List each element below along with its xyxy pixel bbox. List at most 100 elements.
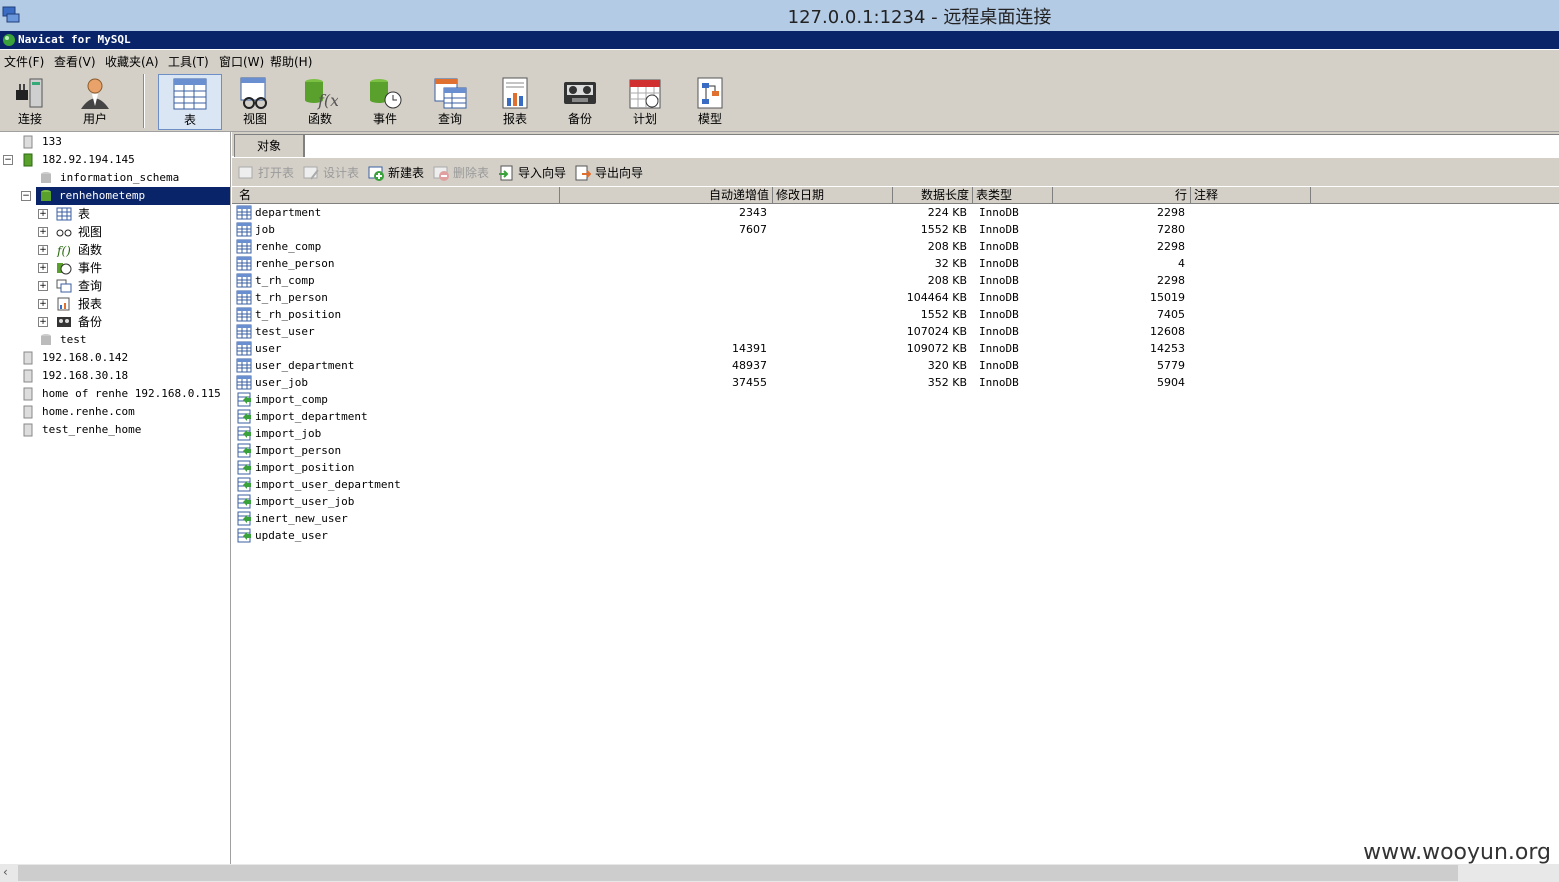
tree-connection-home-of-renhe[interactable]: home of renhe 192.168.0.115 <box>22 385 221 403</box>
toolbar-user-button[interactable]: 用户 <box>65 74 125 130</box>
server-icon <box>23 135 33 149</box>
tab-objects[interactable]: 对象 <box>234 134 304 157</box>
import-table-row[interactable]: import_user_job <box>232 493 1559 510</box>
scrollbar-thumb[interactable] <box>18 865 1458 881</box>
tree-connection-192-168-30-18[interactable]: 192.168.30.18 <box>22 367 128 385</box>
table-row[interactable]: t_rh_position 1552 KB InnoDB 7405 <box>232 306 1559 323</box>
column-header-name[interactable]: 名 <box>236 187 560 203</box>
expand-toggle[interactable]: + <box>38 281 48 291</box>
toolbar-event-button[interactable]: 事件 <box>355 74 415 130</box>
toolbar-connection-button[interactable]: 连接 <box>0 74 60 130</box>
table-row[interactable]: t_rh_comp 208 KB InnoDB 2298 <box>232 272 1559 289</box>
table-type: InnoDB <box>979 274 1019 287</box>
import-table-row[interactable]: update_user <box>232 527 1559 544</box>
collapse-toggle[interactable]: − <box>3 155 13 165</box>
import-table-row[interactable]: import_job <box>232 425 1559 442</box>
table-icon <box>236 307 252 322</box>
tree-db-renhehometemp[interactable]: renhehometemp <box>36 187 230 205</box>
design-table-button[interactable]: 设计表 <box>303 164 359 182</box>
column-header-auto-increment[interactable]: 自动递增值 <box>560 187 773 203</box>
column-header-data-length[interactable]: 数据长度 <box>893 187 973 203</box>
table-row[interactable]: test_user 107024 KB InnoDB 12608 <box>232 323 1559 340</box>
open-table-button[interactable]: 打开表 <box>238 164 294 182</box>
menu-window[interactable]: 窗口(W) <box>219 53 264 70</box>
table-name: t_rh_position <box>255 308 342 321</box>
toolbar-report-button[interactable]: 报表 <box>485 74 545 130</box>
import-table-name: import_user_job <box>255 495 355 508</box>
import-table-row[interactable]: import_department <box>232 408 1559 425</box>
tree-connection-192-168-0-142[interactable]: 192.168.0.142 <box>22 349 128 367</box>
column-header-table-type[interactable]: 表类型 <box>973 187 1053 203</box>
scroll-left-arrow-icon[interactable]: ‹ <box>3 865 8 879</box>
expand-toggle[interactable]: + <box>38 227 48 237</box>
table-row[interactable]: t_rh_person 104464 KB InnoDB 15019 <box>232 289 1559 306</box>
table-row[interactable]: user_job 37455 352 KB InnoDB 5904 <box>232 374 1559 391</box>
toolbar-table-button[interactable]: 表 <box>158 74 222 130</box>
column-header-comment[interactable]: 注释 <box>1191 187 1311 203</box>
menu-bar: 文件(F) 查看(V) 收藏夹(A) 工具(T) 窗口(W) 帮助(H) <box>0 50 1559 70</box>
tree-connection-182-92-194-145[interactable]: 182.92.194.145 <box>22 151 135 169</box>
row-count: 12608 <box>1150 325 1185 338</box>
toolbar-function-button[interactable]: f(x) 函数 <box>290 74 350 130</box>
column-header-modified[interactable]: 修改日期 <box>773 187 893 203</box>
tree-connection-test-renhe-home[interactable]: test_renhe_home <box>22 421 141 439</box>
expand-toggle[interactable]: + <box>38 245 48 255</box>
toolbar-model-button[interactable]: 模型 <box>680 74 740 130</box>
tree-label: 192.168.30.18 <box>42 369 129 382</box>
import-table-row[interactable]: import_user_department <box>232 476 1559 493</box>
delete-table-button[interactable]: 删除表 <box>433 164 489 182</box>
table-row[interactable]: renhe_person 32 KB InnoDB 4 <box>232 255 1559 272</box>
tree-connection-133[interactable]: 133 <box>22 133 62 151</box>
table-name: department <box>255 206 322 219</box>
import-table-row[interactable]: inert_new_user <box>232 510 1559 527</box>
table-type: InnoDB <box>979 308 1019 321</box>
tree-queries[interactable]: 查询 <box>56 277 102 295</box>
toolbar-table-label: 表 <box>183 113 196 127</box>
expand-toggle[interactable]: + <box>38 263 48 273</box>
export-wizard-button[interactable]: 导出向导 <box>575 164 643 182</box>
menu-help[interactable]: 帮助(H) <box>270 53 312 70</box>
tree-connection-home-renhe-com[interactable]: home.renhe.com <box>22 403 135 421</box>
table-type: InnoDB <box>979 325 1019 338</box>
column-header-rows[interactable]: 行 <box>1053 187 1191 203</box>
tree-reports[interactable]: 报表 <box>56 295 102 313</box>
tree-functions[interactable]: f() 函数 <box>56 241 102 259</box>
toolbar-view-button[interactable]: 视图 <box>225 74 285 130</box>
toolbar-model-label: 模型 <box>697 112 722 126</box>
tree-db-information-schema[interactable]: information_schema <box>40 169 179 187</box>
tree-backups[interactable]: 备份 <box>56 313 102 331</box>
tree-db-test[interactable]: test <box>40 331 87 349</box>
expand-toggle[interactable]: + <box>38 299 48 309</box>
menu-tools[interactable]: 工具(T) <box>168 53 209 70</box>
table-row[interactable]: job 7607 1552 KB InnoDB 7280 <box>232 221 1559 238</box>
import-table-row[interactable]: Import_person <box>232 442 1559 459</box>
toolbar-schedule-button[interactable]: 计划 <box>615 74 675 130</box>
table-type: InnoDB <box>979 376 1019 389</box>
import-table-row[interactable]: import_position <box>232 459 1559 476</box>
table-icon <box>236 341 252 356</box>
import-wizard-label: 导入向导 <box>518 166 567 180</box>
table-row[interactable]: user_department 48937 320 KB InnoDB 5779 <box>232 357 1559 374</box>
new-table-button[interactable]: 新建表 <box>368 164 424 182</box>
import-wizard-button[interactable]: 导入向导 <box>498 164 566 182</box>
connection-tree: 133 − 182.92.194.145 information_schema … <box>0 132 231 864</box>
toolbar-query-button[interactable]: 查询 <box>420 74 480 130</box>
expand-toggle[interactable]: + <box>38 317 48 327</box>
tree-views[interactable]: 视图 <box>56 223 102 241</box>
table-row[interactable]: user 14391 109072 KB InnoDB 14253 <box>232 340 1559 357</box>
menu-file[interactable]: 文件(F) <box>4 53 44 70</box>
tree-tables[interactable]: 表 <box>56 205 90 223</box>
menu-view[interactable]: 查看(V) <box>54 53 96 70</box>
toolbar-backup-button[interactable]: 备份 <box>550 74 610 130</box>
menu-favorites[interactable]: 收藏夹(A) <box>105 53 159 70</box>
collapse-toggle[interactable]: − <box>21 191 31 201</box>
expand-toggle[interactable]: + <box>38 209 48 219</box>
delete-table-label: 删除表 <box>453 166 490 180</box>
table-row[interactable]: renhe_comp 208 KB InnoDB 2298 <box>232 238 1559 255</box>
horizontal-scrollbar[interactable]: ‹ <box>0 864 1559 882</box>
table-row[interactable]: department 2343 224 KB InnoDB 2298 <box>232 204 1559 221</box>
table-name: job <box>255 223 275 236</box>
import-table-row[interactable]: import_comp <box>232 391 1559 408</box>
tree-events[interactable]: 事件 <box>56 259 102 277</box>
tree-label: 备份 <box>78 315 103 329</box>
